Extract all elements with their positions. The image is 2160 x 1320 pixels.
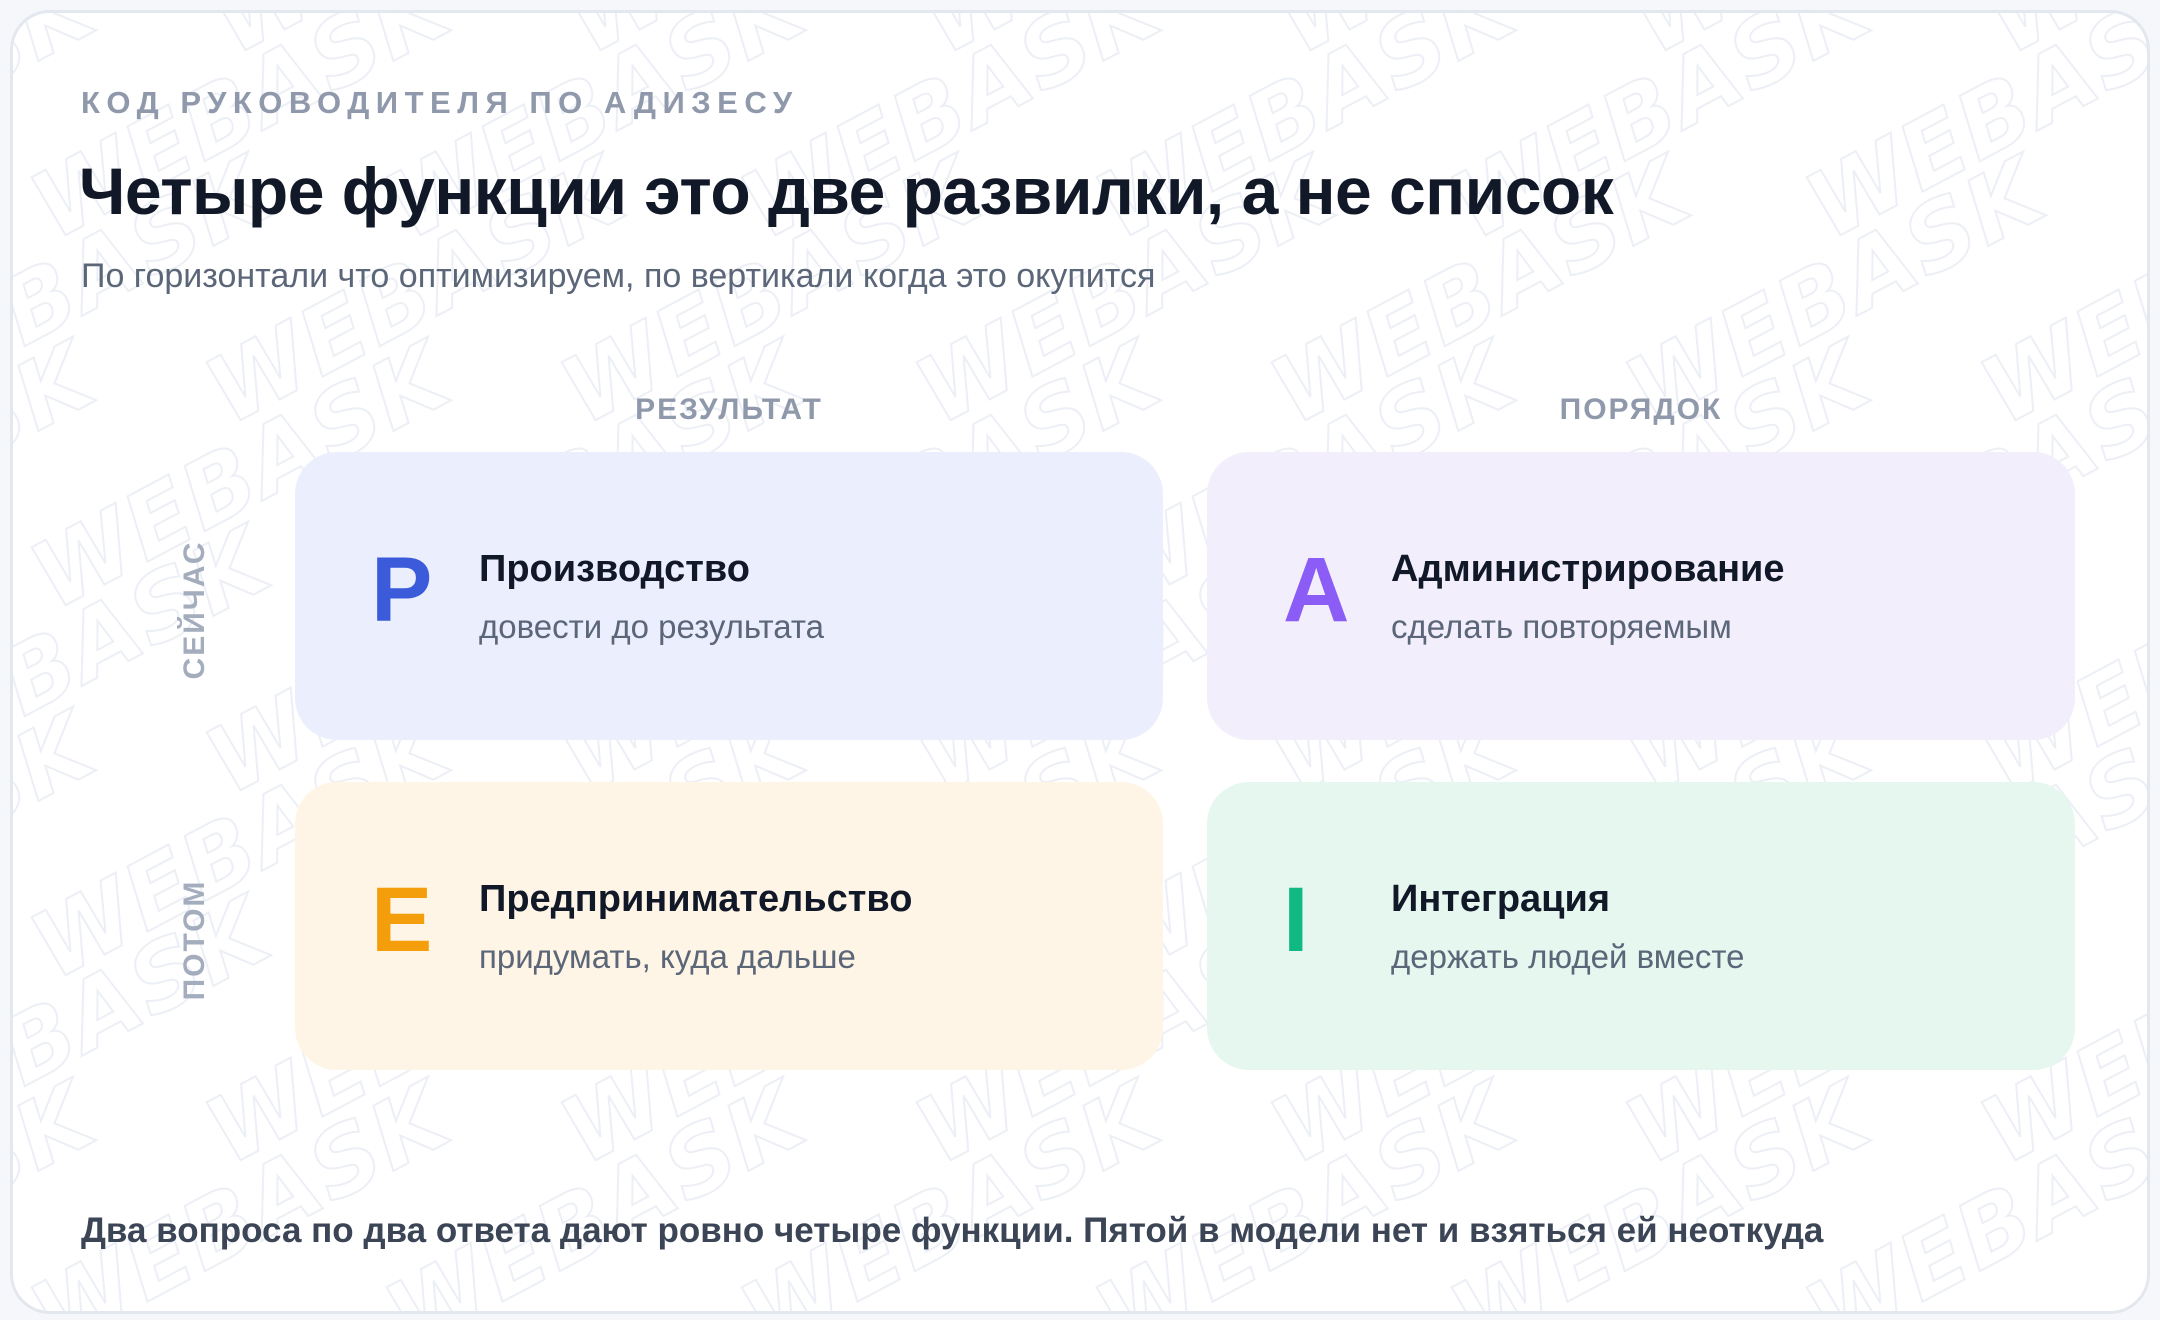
quadrant-description: придумать, куда дальше [479, 938, 856, 975]
quadrant-administration: A Администрирование сделать повторяемым [1207, 452, 2075, 740]
quadrant-letter: E [371, 869, 433, 971]
quadrant-letter: A [1283, 539, 1350, 641]
quadrant-letter: I [1283, 869, 1309, 971]
quadrant-description: сделать повторяемым [1391, 608, 1732, 645]
page-subtitle: По горизонтали что оптимизируем, по верт… [81, 257, 1156, 295]
quadrant-name: Предпринимательство [479, 878, 913, 920]
quadrant-name: Производство [479, 548, 750, 590]
quadrant-production: P Производство довести до результата [295, 452, 1163, 740]
quadrant-description: довести до результата [479, 608, 824, 645]
quadrant-name: Интеграция [1391, 878, 1611, 920]
row-header-later: ПОТОМ [178, 879, 211, 1001]
quadrant-description: держать людей вместе [1391, 938, 1745, 975]
quadrant-entrepreneurship: E Предпринимательство придумать, куда да… [295, 782, 1163, 1070]
quadrant-integration: I Интеграция держать людей вместе [1207, 782, 2075, 1070]
slide-content: КОД РУКОВОДИТЕЛЯ ПО АДИЗЕСУ Четыре функц… [13, 13, 2147, 1311]
slide-card: WEBASK WEBASK WEBASK WEBASK WEBASK WEBASK WEBA… [10, 10, 2150, 1314]
eyebrow-label: КОД РУКОВОДИТЕЛЯ ПО АДИЗЕСУ [81, 85, 799, 120]
page-title: Четыре функции это две развилки, а не сп… [79, 154, 1614, 228]
footer-note: Два вопроса по два ответа дают ровно чет… [81, 1211, 1824, 1250]
quadrant-name: Администрирование [1391, 548, 1785, 590]
column-header-result: РЕЗУЛЬТАТ [635, 393, 823, 426]
column-header-order: ПОРЯДОК [1559, 393, 1723, 426]
row-header-now: СЕЙЧАС [178, 540, 211, 680]
quadrant-letter: P [371, 539, 433, 641]
